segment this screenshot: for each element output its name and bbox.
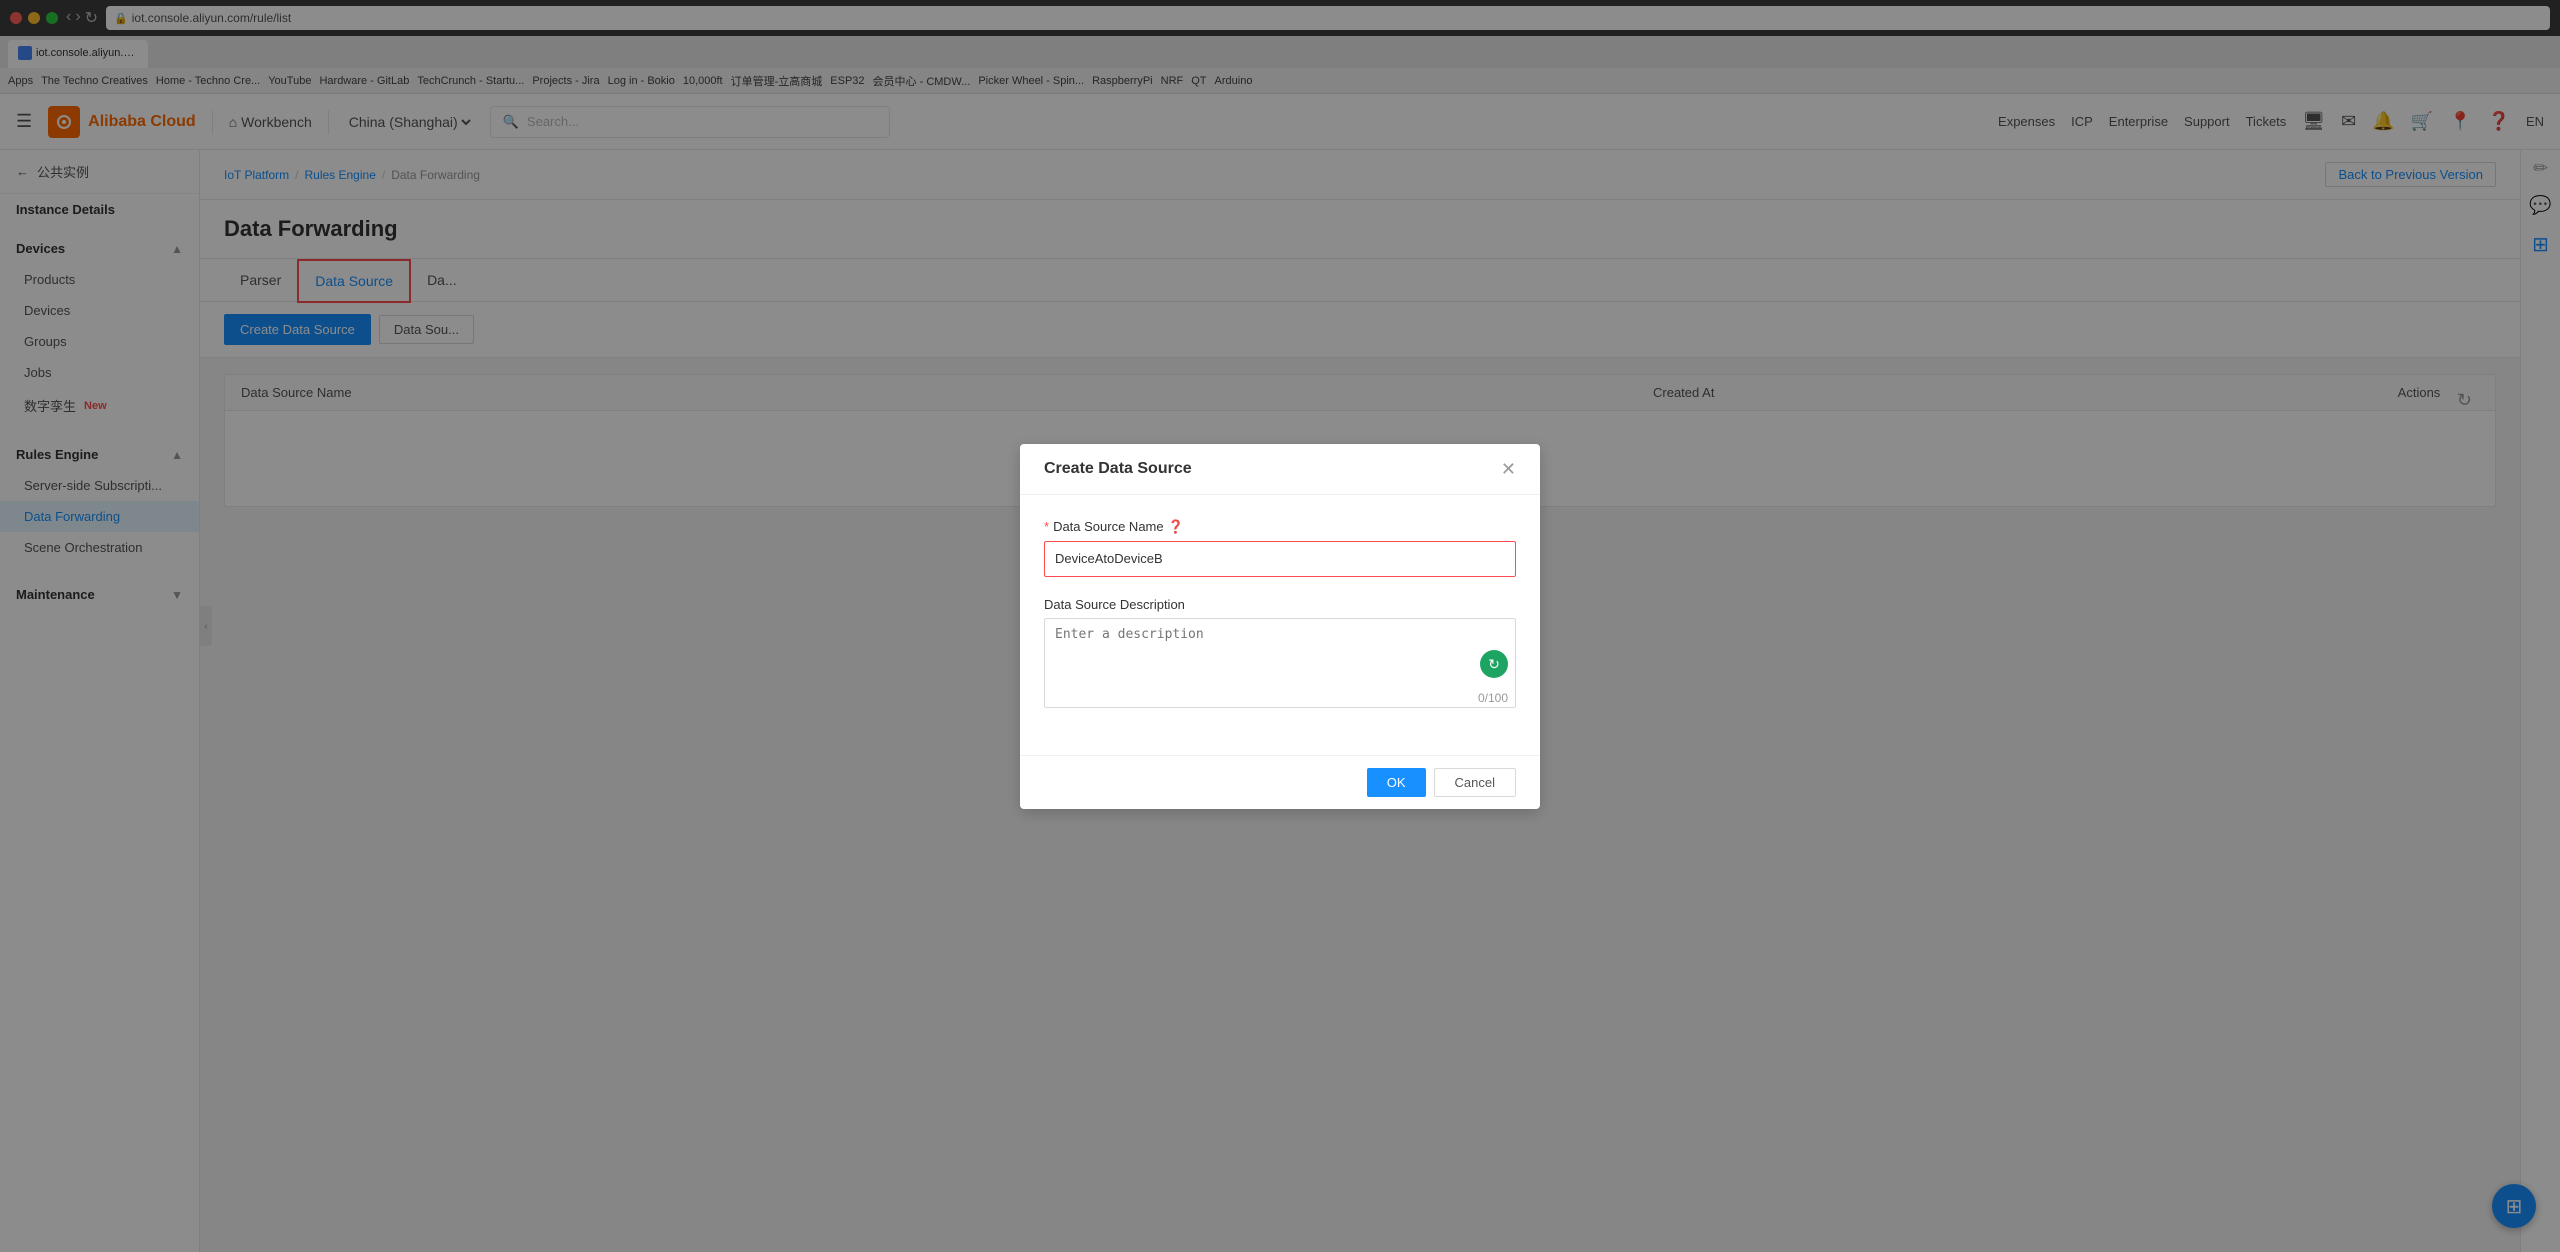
modal-header: Create Data Source ✕ xyxy=(1020,444,1540,495)
char-count: 0/100 xyxy=(1478,691,1508,705)
data-source-name-input[interactable] xyxy=(1044,541,1516,577)
form-label-name: * Data Source Name ❓ xyxy=(1044,519,1516,535)
form-label-desc: Data Source Description xyxy=(1044,597,1516,612)
form-item-desc: Data Source Description ↻ 0/100 xyxy=(1044,597,1516,711)
modal-overlay[interactable]: Create Data Source ✕ * Data Source Name … xyxy=(0,0,2560,1252)
form-item-name: * Data Source Name ❓ xyxy=(1044,519,1516,577)
modal-body: * Data Source Name ❓ Data Source Descrip… xyxy=(1020,495,1540,755)
ok-button[interactable]: OK xyxy=(1367,768,1426,797)
description-textarea[interactable] xyxy=(1044,618,1516,708)
modal-footer: OK Cancel xyxy=(1020,755,1540,809)
modal-close-btn[interactable]: ✕ xyxy=(1501,460,1516,478)
create-data-source-modal: Create Data Source ✕ * Data Source Name … xyxy=(1020,444,1540,809)
generate-icon[interactable]: ↻ xyxy=(1480,650,1508,678)
modal-title: Create Data Source xyxy=(1044,460,1192,478)
help-circle-icon[interactable]: ❓ xyxy=(1168,519,1184,535)
required-asterisk: * xyxy=(1044,519,1049,534)
cancel-button[interactable]: Cancel xyxy=(1434,768,1516,797)
name-label-text: Data Source Name xyxy=(1053,519,1164,534)
desc-label-text: Data Source Description xyxy=(1044,597,1185,612)
textarea-wrapper: ↻ 0/100 xyxy=(1044,618,1516,711)
